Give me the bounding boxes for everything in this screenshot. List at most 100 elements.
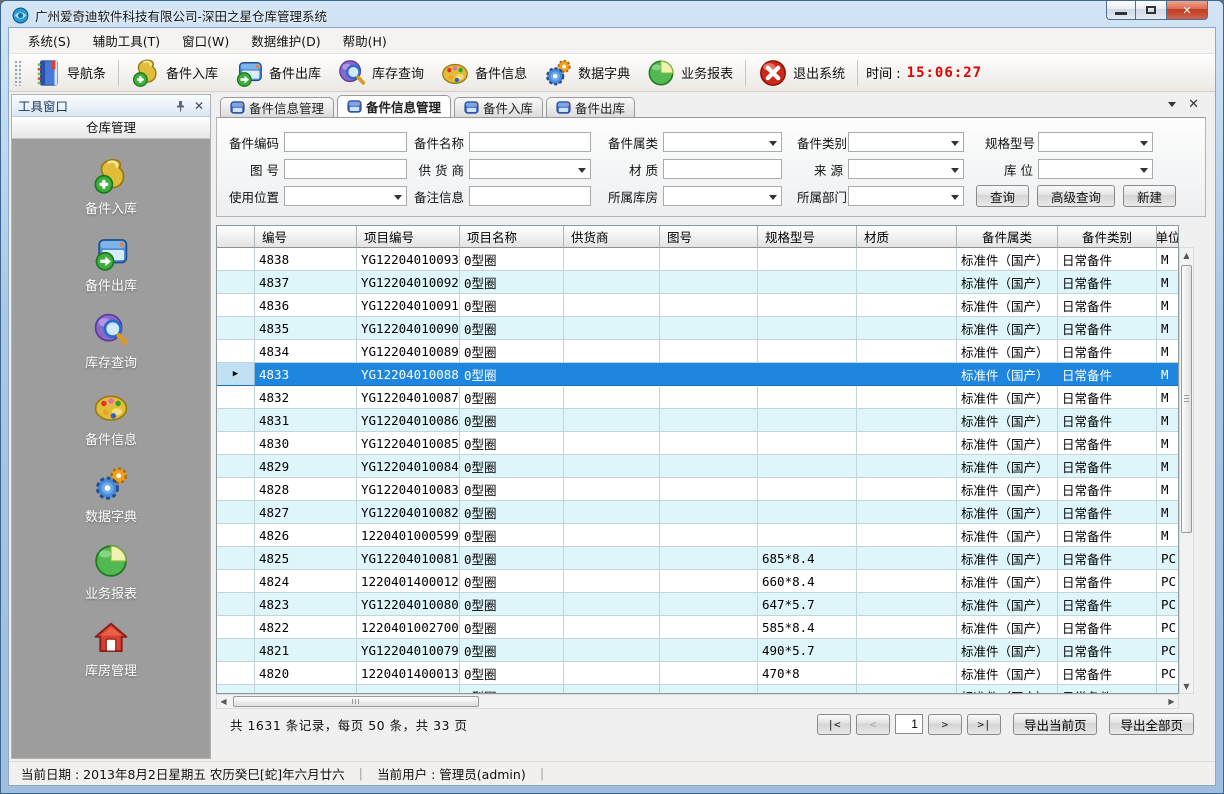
toolbar-button-business-report[interactable]: 业务报表 bbox=[638, 56, 741, 90]
table-row[interactable]: 4836YG122040100910型圈标准件（国产）日常备件M bbox=[217, 294, 1178, 317]
horizontal-scroll-thumb[interactable] bbox=[233, 696, 479, 707]
toolbar-button-parts-inbound[interactable]: 备件入库 bbox=[123, 56, 226, 90]
table-row[interactable]: ▶4833YG122040100880型圈标准件（国产）日常备件M bbox=[217, 363, 1178, 386]
supplier-select[interactable] bbox=[469, 159, 591, 179]
prev-page-button[interactable]: < bbox=[856, 714, 890, 735]
row-selector-cell[interactable] bbox=[217, 317, 255, 340]
tab-parts-info-mgmt-1[interactable]: 备件信息管理 bbox=[220, 97, 334, 117]
location-select[interactable] bbox=[1038, 159, 1153, 179]
table-row[interactable]: 482412204014000120型圈660*8.4标准件（国产）日常备件PC bbox=[217, 570, 1178, 593]
table-header-cell[interactable]: 编号 bbox=[255, 226, 357, 248]
menu-item-help[interactable]: 帮助(H) bbox=[332, 28, 398, 53]
sidebar-item-business-report[interactable]: 业务报表 bbox=[12, 540, 210, 604]
row-selector-cell[interactable] bbox=[217, 547, 255, 570]
export-current-page-button[interactable]: 导出当前页 bbox=[1013, 713, 1098, 735]
toolbar-button-parts-info[interactable]: 备件信息 bbox=[432, 56, 535, 90]
menu-item-system[interactable]: 系统(S) bbox=[17, 28, 82, 53]
parts-code-input[interactable] bbox=[284, 132, 407, 152]
table-row[interactable]: 4829YG122040100840型圈标准件（国产）日常备件M bbox=[217, 455, 1178, 478]
toolbar-button-nav-bar[interactable]: 导航条 bbox=[24, 56, 114, 90]
table-row[interactable]: 4838YG122040100930型圈标准件（国产）日常备件M bbox=[217, 248, 1178, 271]
spec-model-select[interactable] bbox=[1038, 132, 1153, 152]
row-selector-cell[interactable] bbox=[217, 524, 255, 547]
sidebar-item-parts-outbound[interactable]: 备件出库 bbox=[12, 232, 210, 296]
table-header-cell[interactable]: 规格型号 bbox=[758, 226, 857, 248]
horizontal-scrollbar[interactable]: ◀ ▶ bbox=[216, 694, 1179, 709]
row-selector-cell[interactable] bbox=[217, 616, 255, 639]
scroll-down-icon[interactable]: ▼ bbox=[1180, 679, 1193, 693]
table-row[interactable]: 4837YG122040100920型圈标准件（国产）日常备件M bbox=[217, 271, 1178, 294]
sidebar-item-data-dict[interactable]: 数据字典 bbox=[12, 463, 210, 527]
last-page-button[interactable]: >| bbox=[967, 714, 1001, 735]
menu-item-aux-tools[interactable]: 辅助工具(T) bbox=[82, 28, 171, 53]
table-row[interactable]: 0型圈标准件（国产）日常备件 bbox=[217, 685, 1178, 694]
parts-category-select[interactable] bbox=[848, 132, 964, 152]
menu-item-data-maintain[interactable]: 数据维护(D) bbox=[240, 28, 331, 53]
row-selector-cell[interactable] bbox=[217, 501, 255, 524]
table-header-cell[interactable]: 备件属类 bbox=[957, 226, 1058, 248]
table-header-cell[interactable]: 材质 bbox=[857, 226, 957, 248]
new-button[interactable]: 新建 bbox=[1123, 185, 1176, 207]
table-header-cell[interactable]: 项目名称 bbox=[460, 226, 564, 248]
row-selector-cell[interactable]: ▶ bbox=[217, 363, 255, 386]
row-selector-cell[interactable] bbox=[217, 294, 255, 317]
drawing-no-input[interactable] bbox=[284, 159, 407, 179]
sidebar-item-warehouse-mgmt[interactable]: 库房管理 bbox=[12, 617, 210, 681]
tab-parts-outbound[interactable]: 备件出库 bbox=[546, 97, 635, 117]
chevron-down-icon[interactable] bbox=[1168, 102, 1176, 111]
vertical-scrollbar[interactable]: ▲ ▼ bbox=[1179, 247, 1194, 694]
row-selector-cell[interactable] bbox=[217, 271, 255, 294]
toolbar-button-stock-query[interactable]: 库存查询 bbox=[329, 56, 432, 90]
warehouse-select[interactable] bbox=[663, 186, 782, 206]
maximize-button[interactable] bbox=[1136, 1, 1166, 20]
table-row[interactable]: 4825YG122040100810型圈685*8.4标准件（国产）日常备件PC bbox=[217, 547, 1178, 570]
table-row[interactable]: 4821YG122040100790型圈490*5.7标准件（国产）日常备件PC bbox=[217, 639, 1178, 662]
toolbar-button-exit-system[interactable]: 退出系统 bbox=[750, 56, 853, 90]
query-button[interactable]: 查询 bbox=[976, 185, 1029, 207]
table-row[interactable]: 4834YG122040100890型圈标准件（国产）日常备件M bbox=[217, 340, 1178, 363]
remark-input[interactable] bbox=[469, 186, 591, 206]
table-row[interactable]: 4827YG122040100820型圈标准件（国产）日常备件M bbox=[217, 501, 1178, 524]
row-selector-cell[interactable] bbox=[217, 340, 255, 363]
table-row[interactable]: 4835YG122040100900型圈标准件（国产）日常备件M bbox=[217, 317, 1178, 340]
scroll-left-icon[interactable]: ◀ bbox=[217, 695, 230, 708]
tool-window-close-icon[interactable]: ✕ bbox=[194, 99, 204, 113]
table-row[interactable]: 482012204014000130型圈470*8标准件（国产）日常备件PC bbox=[217, 662, 1178, 685]
scroll-right-icon[interactable]: ▶ bbox=[1165, 695, 1178, 708]
tab-parts-info-mgmt-2[interactable]: 备件信息管理 bbox=[337, 95, 451, 117]
pin-icon[interactable] bbox=[175, 100, 186, 112]
table-header-cell[interactable]: 项目编号 bbox=[357, 226, 460, 248]
sidebar-item-parts-info[interactable]: 备件信息 bbox=[12, 386, 210, 450]
tab-parts-inbound[interactable]: 备件入库 bbox=[454, 97, 543, 117]
row-selector-cell[interactable] bbox=[217, 570, 255, 593]
sidebar-item-parts-inbound[interactable]: 备件入库 bbox=[12, 155, 210, 219]
table-row[interactable]: 4831YG122040100860型圈标准件（国产）日常备件M bbox=[217, 409, 1178, 432]
sidebar-item-stock-query[interactable]: 库存查询 bbox=[12, 309, 210, 373]
row-selector-cell[interactable] bbox=[217, 685, 255, 694]
minimize-button[interactable] bbox=[1106, 1, 1136, 20]
table-header-cell[interactable]: 单位 bbox=[1157, 226, 1179, 248]
row-selector-cell[interactable] bbox=[217, 432, 255, 455]
table-row[interactable]: 4823YG122040100800型圈647*5.7标准件（国产）日常备件PC bbox=[217, 593, 1178, 616]
material-input[interactable] bbox=[663, 159, 782, 179]
parts-attribute-select[interactable] bbox=[663, 132, 782, 152]
scroll-up-icon[interactable]: ▲ bbox=[1180, 248, 1193, 262]
row-selector-cell[interactable] bbox=[217, 248, 255, 271]
tabbar-close-icon[interactable]: ✕ bbox=[1188, 98, 1199, 111]
title-bar[interactable]: 广州爱奇迪软件科技有限公司-深田之星仓库管理系统 ✕ bbox=[8, 1, 1216, 27]
toolbar-button-data-dict[interactable]: 数据字典 bbox=[535, 56, 638, 90]
row-selector-cell[interactable] bbox=[217, 455, 255, 478]
usage-position-select[interactable] bbox=[284, 186, 407, 206]
row-selector-cell[interactable] bbox=[217, 478, 255, 501]
row-selector-cell[interactable] bbox=[217, 409, 255, 432]
toolbar-button-parts-outbound[interactable]: 备件出库 bbox=[226, 56, 329, 90]
vertical-scroll-thumb[interactable] bbox=[1181, 265, 1192, 533]
close-button[interactable]: ✕ bbox=[1166, 1, 1208, 20]
row-selector-cell[interactable] bbox=[217, 593, 255, 616]
menu-item-window[interactable]: 窗口(W) bbox=[171, 28, 240, 53]
toolbar-grip-handle[interactable] bbox=[14, 60, 21, 86]
first-page-button[interactable]: |< bbox=[817, 714, 851, 735]
source-select[interactable] bbox=[848, 159, 964, 179]
row-selector-cell[interactable] bbox=[217, 639, 255, 662]
export-all-pages-button[interactable]: 导出全部页 bbox=[1109, 713, 1194, 735]
